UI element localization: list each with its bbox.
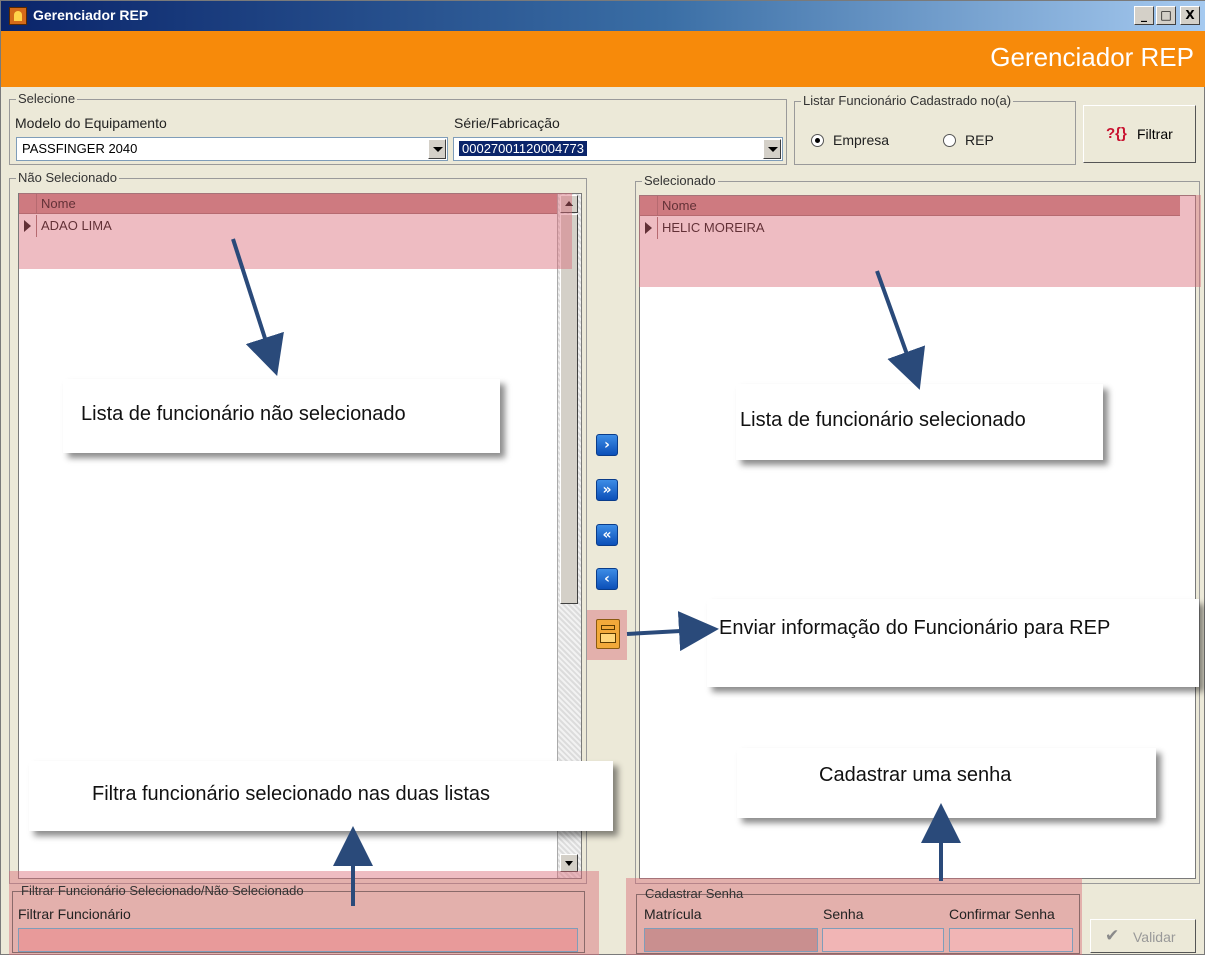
serial-label: Série/Fabricação xyxy=(454,115,560,131)
select-group-legend: Selecione xyxy=(16,91,78,106)
title-bar[interactable]: Gerenciador REP _ □ X xyxy=(1,1,1205,31)
filter-button-label: Filtrar xyxy=(1137,126,1173,142)
password-group-legend: Cadastrar Senha xyxy=(645,886,744,901)
validate-button[interactable]: ✔ Validar xyxy=(1090,919,1196,953)
move-all-right-button[interactable]: » xyxy=(596,479,618,501)
list-group-legend: Listar Funcionário Cadastrado no(a) xyxy=(801,93,1014,108)
app-window: Gerenciador REP _ □ X Gerenciador REP Se… xyxy=(0,0,1205,955)
callout-send-info: Enviar informação do Funcionário para RE… xyxy=(707,599,1199,687)
header-banner: Gerenciador REP xyxy=(1,31,1205,87)
minimize-button[interactable]: _ xyxy=(1134,6,1154,25)
move-one-left-button[interactable]: ‹ xyxy=(596,568,618,590)
radio-empresa-label: Empresa xyxy=(833,132,890,148)
move-one-right-button[interactable]: › xyxy=(596,434,618,456)
callout-selected-list: Lista de funcionário selecionado xyxy=(736,384,1103,460)
filter-field-label: Filtrar Funcionário xyxy=(18,906,131,922)
header-title: Gerenciador REP xyxy=(990,42,1194,72)
scroll-down-icon[interactable] xyxy=(560,854,578,872)
callout-password-info: Cadastrar uma senha xyxy=(737,748,1156,818)
check-icon: ✔ xyxy=(1105,926,1120,945)
model-combo[interactable]: PASSFINGER 2040 xyxy=(16,137,448,161)
senha-input[interactable] xyxy=(822,928,944,952)
printer-icon xyxy=(600,633,616,643)
not-selected-legend: Não Selecionado xyxy=(16,170,120,185)
matricula-input[interactable] xyxy=(644,928,818,952)
filter-icon: ?{} xyxy=(1106,125,1127,142)
radio-rep[interactable] xyxy=(943,134,956,147)
highlight-selected xyxy=(639,195,1201,287)
serial-value: 00027001120004773 xyxy=(459,141,587,156)
chevron-down-icon[interactable] xyxy=(428,139,446,159)
validate-button-label: Validar xyxy=(1133,929,1176,945)
highlight-not-selected xyxy=(19,193,572,269)
send-to-rep-button[interactable] xyxy=(596,619,620,649)
radio-rep-label: REP xyxy=(965,132,994,148)
senha-label: Senha xyxy=(823,906,864,922)
radio-empresa[interactable] xyxy=(811,134,824,147)
callout-filter-info: Filtra funcionário selecionado nas duas … xyxy=(29,761,613,831)
callout-not-selected-list: Lista de funcionário não selecionado xyxy=(63,379,500,453)
chevron-down-icon[interactable] xyxy=(763,139,781,159)
maximize-button[interactable]: □ xyxy=(1156,6,1176,25)
move-all-left-button[interactable]: « xyxy=(596,524,618,546)
window-title: Gerenciador REP xyxy=(33,7,149,23)
filter-button[interactable]: ?{} Filtrar xyxy=(1083,105,1196,163)
filter-group-legend: Filtrar Funcionário Selecionado/Não Sele… xyxy=(21,883,304,898)
model-label: Modelo do Equipamento xyxy=(15,115,167,131)
scroll-thumb[interactable] xyxy=(560,214,578,604)
confirm-password-input[interactable] xyxy=(949,928,1073,952)
confirm-label: Confirmar Senha xyxy=(949,906,1055,922)
app-icon xyxy=(9,7,27,25)
matricula-label: Matrícula xyxy=(644,906,702,922)
model-value: PASSFINGER 2040 xyxy=(22,141,138,156)
serial-combo[interactable]: 00027001120004773 xyxy=(453,137,783,161)
filter-input[interactable] xyxy=(18,928,578,952)
selected-legend: Selecionado xyxy=(642,173,718,188)
close-button[interactable]: X xyxy=(1180,6,1200,25)
